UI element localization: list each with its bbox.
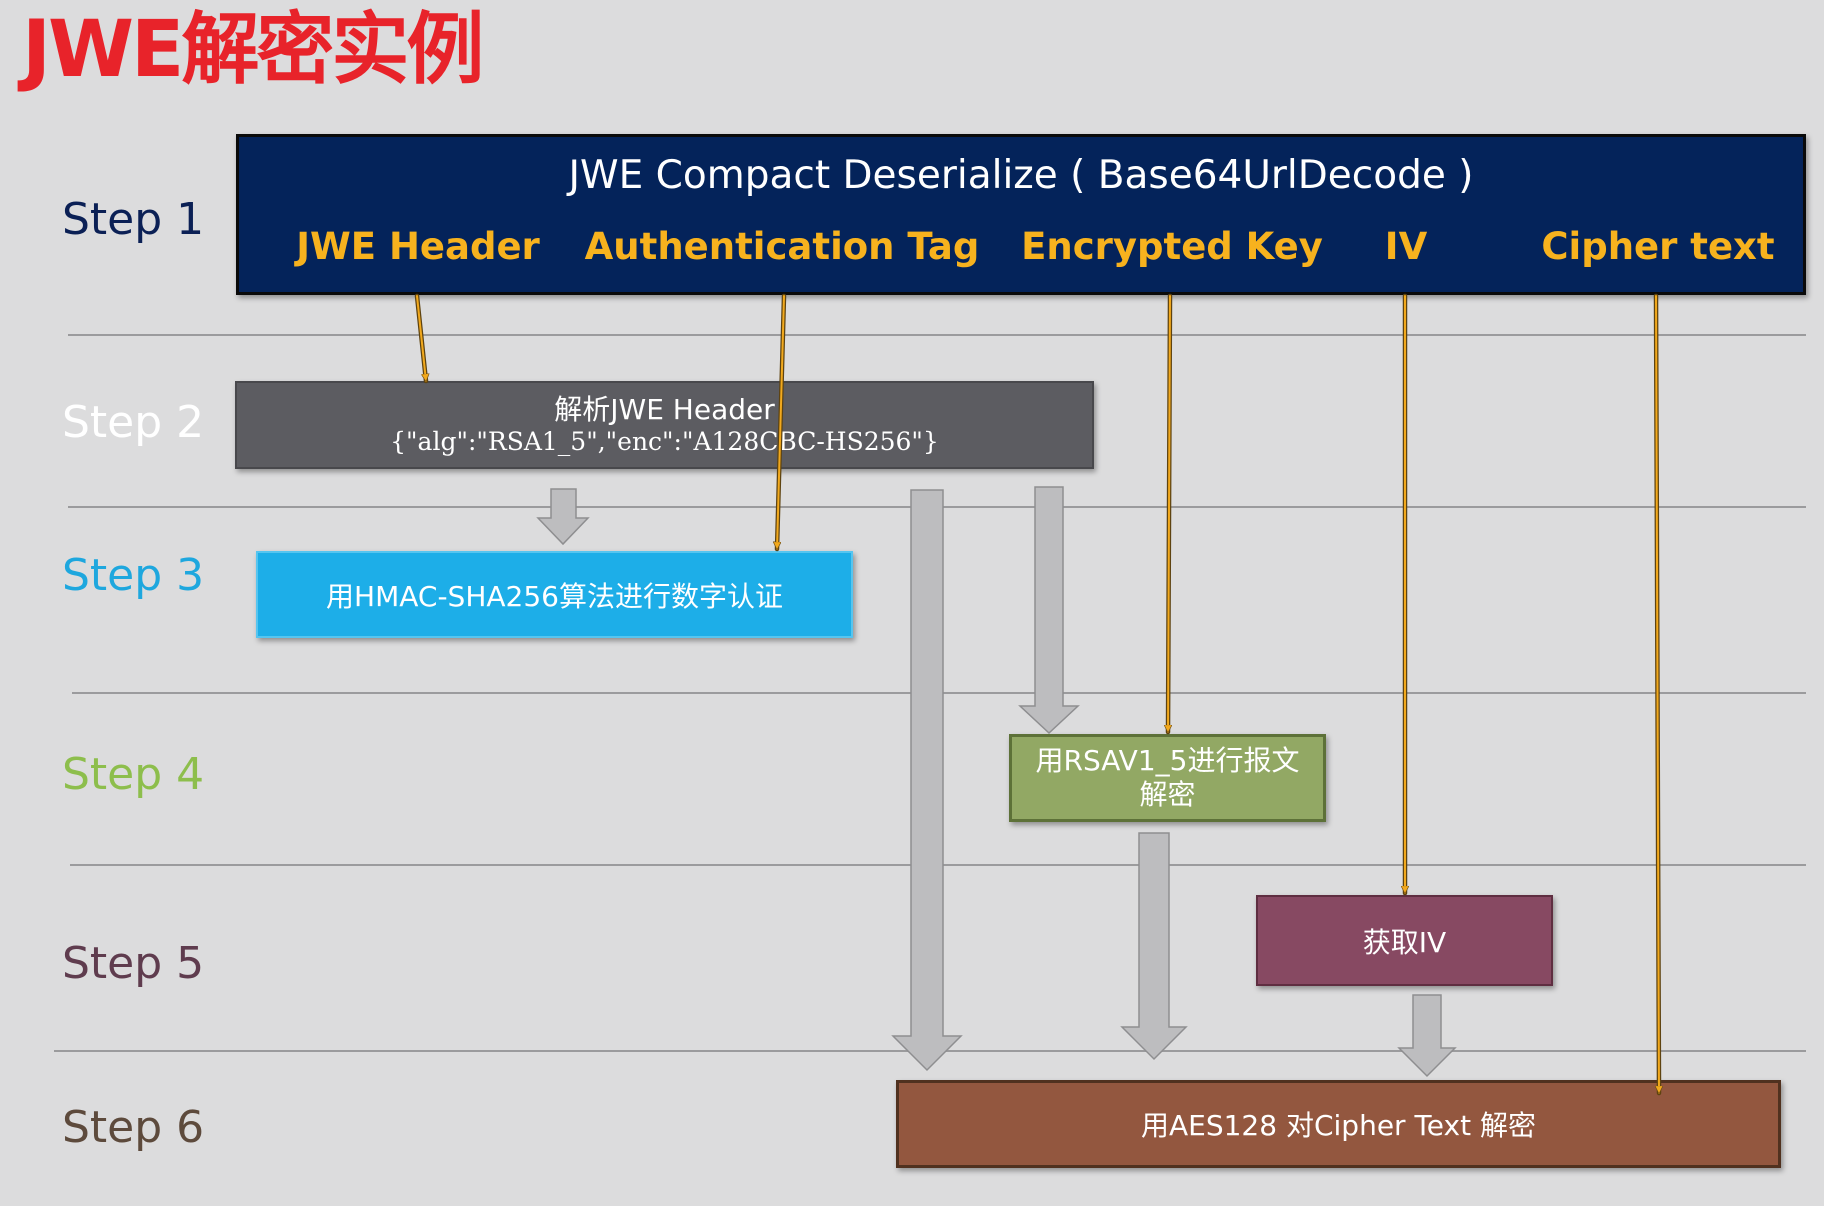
block-arrow-iv-to-aes (1397, 994, 1457, 1078)
block-arrow-rsa-to-aes (1120, 832, 1188, 1061)
connector-authentication-tag (777, 295, 785, 550)
connector-jwe-header (416, 295, 426, 381)
block-arrow-header-to-aes (891, 489, 963, 1072)
diagram-canvas: JWE解密实例 Step 1 Step 2 Step 3 Step 4 Step… (0, 0, 1824, 1206)
block-arrow-header-to-hmac (536, 488, 590, 546)
block-arrow-header-to-rsa (1018, 486, 1080, 735)
flow-arrows (414, 293, 1824, 1096)
